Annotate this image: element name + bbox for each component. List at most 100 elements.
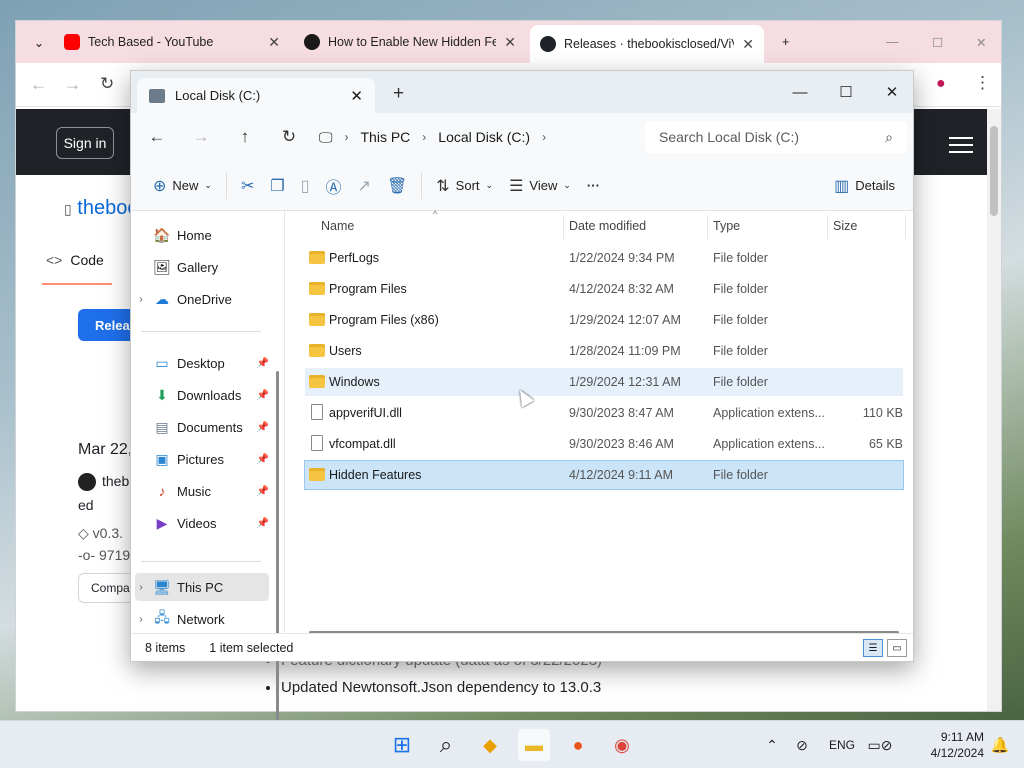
tab-search-button[interactable]: ⌄: [26, 27, 52, 57]
maximize-button[interactable]: ☐: [922, 27, 953, 57]
details-button[interactable]: ▥ Details: [826, 168, 903, 204]
rename-button[interactable]: Ⓐ: [318, 168, 350, 204]
close-icon[interactable]: ✕: [504, 34, 516, 51]
file-row-program-files-x86[interactable]: Program Files (x86) 1/29/2024 12:07 AM F…: [305, 306, 903, 334]
chrome-tab-releases[interactable]: Releases · thebookisclosed/ViVe ✕: [530, 25, 764, 63]
column-type[interactable]: Type: [713, 219, 740, 233]
chevron-right-icon[interactable]: ›: [135, 614, 147, 625]
explorer-tab[interactable]: Local Disk (C:) ✕: [137, 78, 375, 113]
network-status[interactable]: ⊘: [786, 729, 818, 761]
sidebar-item-music[interactable]: ♪ Music 📌: [135, 477, 270, 505]
chrome-tab-youtube[interactable]: Tech Based - YouTube ✕: [54, 27, 290, 57]
sidebar-item-gallery[interactable]: 🖼 Gallery: [135, 253, 269, 281]
pin-icon[interactable]: 📌: [257, 422, 269, 433]
more-options-button[interactable]: ···: [579, 168, 608, 204]
search-input[interactable]: Search Local Disk (C:) ⌕: [645, 121, 907, 153]
column-date-modified[interactable]: Date modified: [569, 219, 646, 233]
refresh-button[interactable]: ↻: [267, 117, 311, 157]
chevron-right-icon[interactable]: ›: [135, 294, 147, 305]
pin-icon[interactable]: 📌: [257, 486, 269, 497]
file-row-hidden-features[interactable]: Hidden Features 4/12/2024 9:11 AM File f…: [304, 460, 904, 490]
file-row-users[interactable]: Users 1/28/2024 11:09 PM File folder: [305, 337, 903, 365]
sidebar-item-onedrive[interactable]: › ☁ OneDrive: [135, 285, 269, 313]
column-name[interactable]: Name: [321, 219, 354, 233]
pin-icon[interactable]: 📌: [257, 454, 269, 465]
pin-icon[interactable]: 📌: [257, 518, 269, 529]
column-divider[interactable]: [563, 215, 564, 239]
sidebar-item-downloads[interactable]: ⬇ Downloads 📌: [135, 381, 269, 409]
sidebar-item-desktop[interactable]: ▭ Desktop 📌: [135, 349, 269, 377]
releases-button[interactable]: Relea: [78, 309, 138, 341]
close-icon[interactable]: ✕: [350, 87, 363, 105]
close-icon[interactable]: ✕: [742, 36, 754, 53]
menu-icon[interactable]: ⋮: [974, 73, 991, 93]
pin-icon[interactable]: 📌: [257, 390, 269, 401]
close-icon[interactable]: ✕: [268, 34, 280, 51]
sidebar-item-home[interactable]: 🏠 Home: [135, 221, 269, 249]
profile-icon[interactable]: ●: [936, 75, 946, 93]
column-divider[interactable]: [707, 215, 708, 239]
chevron-right-icon[interactable]: ›: [422, 130, 426, 144]
details-view-icon[interactable]: ☰: [863, 639, 883, 657]
hamburger-menu-icon[interactable]: [949, 137, 973, 158]
paste-button[interactable]: ▯: [293, 168, 318, 204]
up-button[interactable]: ↑: [223, 117, 267, 157]
show-hidden-icons-button[interactable]: ⌃: [756, 729, 788, 761]
view-button[interactable]: ☰ View ⌄: [501, 168, 579, 204]
column-divider[interactable]: [905, 215, 906, 239]
chevron-right-icon[interactable]: ›: [135, 582, 147, 593]
commit-row[interactable]: -o- 9719: [78, 547, 130, 563]
close-button[interactable]: ✕: [966, 27, 996, 57]
back-arrow-icon[interactable]: ←: [30, 75, 47, 95]
column-size[interactable]: Size: [833, 219, 857, 233]
start-button[interactable]: ⊞: [386, 729, 418, 761]
sidebar-item-this-pc[interactable]: › 🖥 This PC: [135, 573, 269, 601]
file-row-windows[interactable]: Windows 1/29/2024 12:31 AM File folder: [305, 368, 903, 396]
input-language[interactable]: ENG: [822, 729, 862, 761]
sort-button[interactable]: ⇅ Sort ⌄: [428, 168, 501, 204]
forward-arrow-icon[interactable]: →: [64, 75, 81, 95]
chevron-right-icon[interactable]: ›: [345, 130, 349, 144]
sidebar-item-pictures[interactable]: ▣ Pictures 📌: [135, 445, 269, 473]
chevron-right-icon[interactable]: ›: [542, 130, 546, 144]
explorer-maximize-button[interactable]: ☐: [823, 77, 869, 107]
file-row-appverifui[interactable]: appverifUI.dll 9/30/2023 8:47 AM Applica…: [305, 399, 903, 427]
chrome-tab-article[interactable]: How to Enable New Hidden Fe ✕: [294, 27, 526, 57]
file-row-program-files[interactable]: Program Files 4/12/2024 8:32 AM File fol…: [305, 275, 903, 303]
pin-icon[interactable]: 📌: [257, 358, 269, 369]
scroll-thumb[interactable]: [990, 126, 998, 216]
new-button[interactable]: ⊕ New ⌄: [145, 168, 220, 204]
sign-in-button[interactable]: Sign in: [56, 127, 114, 159]
clock[interactable]: 9:11 AM 4/12/2024: [931, 729, 984, 761]
new-tab-button[interactable]: +: [772, 27, 799, 57]
sidebar-item-documents[interactable]: ▤ Documents 📌: [135, 413, 269, 441]
explorer-close-button[interactable]: ✕: [869, 77, 915, 107]
delete-button[interactable]: 🗑: [379, 168, 415, 204]
taskbar-app-firefox[interactable]: ●: [562, 729, 594, 761]
breadcrumb-this-pc[interactable]: This PC: [361, 129, 411, 145]
notifications-button[interactable]: 🔔: [984, 729, 1016, 761]
code-tab[interactable]: <> Code: [46, 252, 104, 268]
sidebar-item-videos[interactable]: ▶ Videos 📌: [135, 509, 269, 537]
search-button[interactable]: ⌕: [430, 729, 462, 761]
sidebar-item-network[interactable]: › 🖧 Network: [135, 605, 269, 633]
reload-icon[interactable]: ↻: [100, 74, 114, 94]
file-row-vfcompat[interactable]: vfcompat.dll 9/30/2023 8:46 AM Applicati…: [305, 430, 903, 458]
tag-row[interactable]: ◇ v0.3.: [78, 525, 123, 542]
back-button[interactable]: ←: [135, 117, 179, 157]
copy-button[interactable]: ❐: [262, 168, 292, 204]
forward-button[interactable]: →: [179, 117, 223, 157]
file-row-perflogs[interactable]: PerfLogs 1/22/2024 9:34 PM File folder: [305, 244, 903, 272]
tiles-view-icon[interactable]: ▭: [887, 639, 907, 657]
taskbar-app-copilot[interactable]: ◆: [474, 729, 506, 761]
explorer-minimize-button[interactable]: —: [777, 77, 823, 107]
column-divider[interactable]: [827, 215, 828, 239]
breadcrumb-local-disk[interactable]: Local Disk (C:): [438, 129, 530, 145]
author-name[interactable]: theb: [102, 473, 129, 491]
compare-button[interactable]: Compa: [78, 573, 138, 603]
explorer-new-tab-button[interactable]: +: [393, 83, 404, 105]
monitor-icon[interactable]: 🖵: [319, 129, 333, 146]
taskbar-app-chrome[interactable]: ◉: [606, 729, 638, 761]
share-button[interactable]: ↗: [350, 168, 379, 204]
quick-settings[interactable]: ▭⊘: [864, 729, 896, 761]
